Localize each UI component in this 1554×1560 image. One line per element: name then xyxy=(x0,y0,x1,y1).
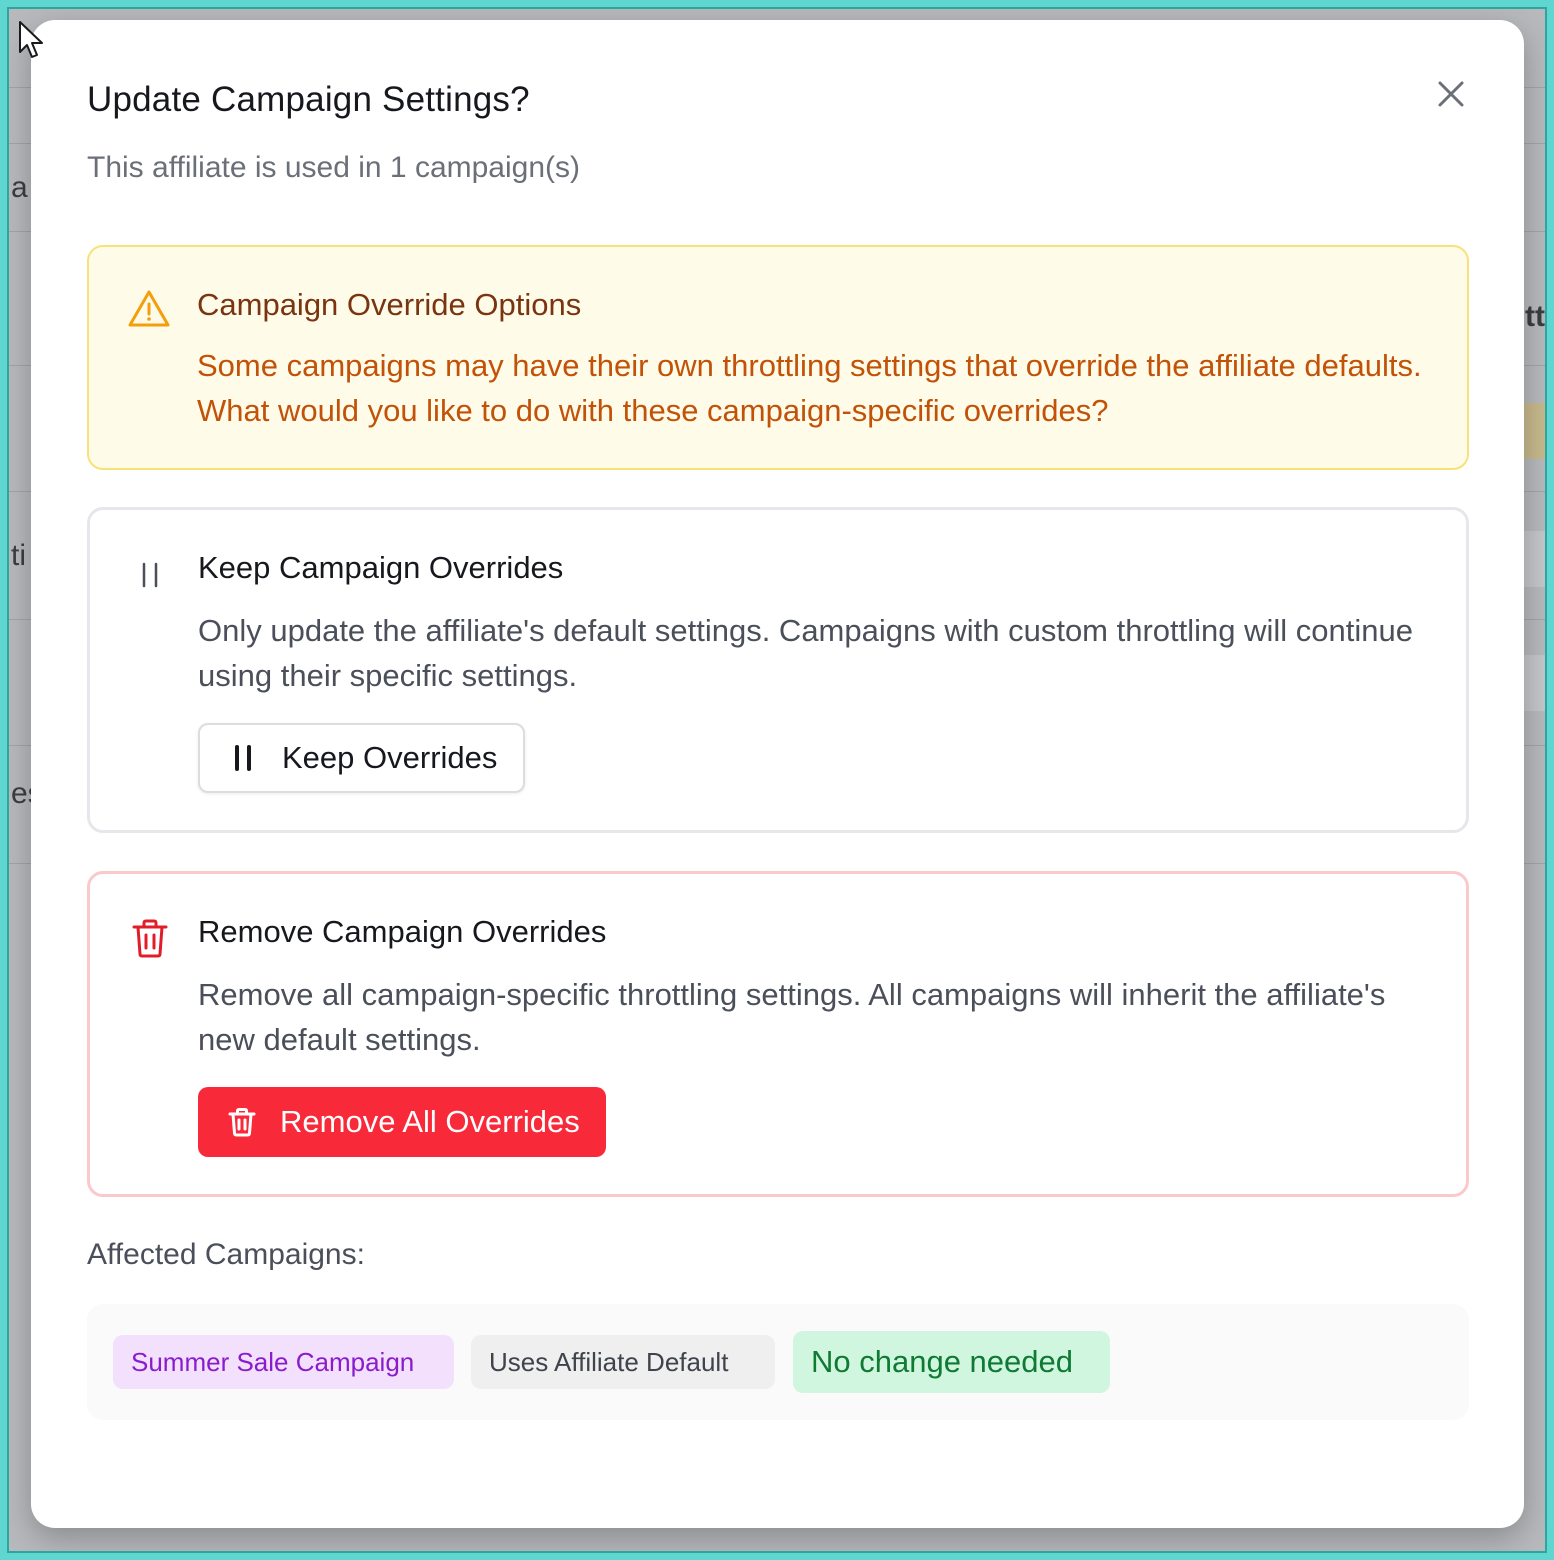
close-button[interactable] xyxy=(1429,72,1473,116)
remove-option-heading: Remove Campaign Overrides xyxy=(198,914,607,949)
dialog-subtitle: This affiliate is used in 1 campaign(s) xyxy=(87,151,581,184)
keep-option-description: Only update the affiliate's default sett… xyxy=(198,613,1413,693)
trash-icon xyxy=(132,919,168,958)
mouse-pointer-icon xyxy=(19,21,43,58)
alert-heading: Campaign Override Options xyxy=(197,287,582,322)
remove-all-overrides-button-label: Remove All Overrides xyxy=(280,1104,580,1139)
remove-all-overrides-button[interactable]: Remove All Overrides xyxy=(198,1087,606,1157)
keep-overrides-button[interactable]: Keep Overrides xyxy=(198,723,526,793)
warning-triangle-icon xyxy=(128,290,170,327)
background-text-fragment: ti xyxy=(11,539,26,572)
pause-icon xyxy=(235,745,251,771)
update-campaign-settings-dialog: Update Campaign Settings? This affiliate… xyxy=(31,20,1524,1528)
affected-campaign-row: Summer Sale Campaign Uses Affiliate Defa… xyxy=(87,1304,1469,1420)
alert-message: Some campaigns may have their own thrott… xyxy=(197,348,1422,428)
dialog-title: Update Campaign Settings? xyxy=(87,80,530,119)
campaign-name-tag: Summer Sale Campaign xyxy=(113,1335,454,1389)
background-text-fragment: a xyxy=(11,171,28,204)
remove-overrides-option: Remove Campaign Overrides Remove all cam… xyxy=(87,871,1469,1197)
keep-overrides-button-label: Keep Overrides xyxy=(282,740,498,775)
trash-icon xyxy=(228,1108,256,1137)
override-options-alert: Campaign Override Options Some campaigns… xyxy=(87,245,1469,470)
pause-icon xyxy=(142,562,158,588)
close-icon xyxy=(1438,81,1464,107)
keep-option-heading: Keep Campaign Overrides xyxy=(198,550,564,585)
affected-campaigns-label: Affected Campaigns: xyxy=(87,1238,365,1271)
keep-overrides-option: Keep Campaign Overrides Only update the … xyxy=(87,507,1469,833)
campaign-setting-tag: Uses Affiliate Default xyxy=(471,1335,775,1389)
campaign-status-badge: No change needed xyxy=(793,1331,1110,1393)
background-text-fragment: tt xyxy=(1525,300,1545,333)
remove-option-description: Remove all campaign-specific throttling … xyxy=(198,977,1386,1057)
